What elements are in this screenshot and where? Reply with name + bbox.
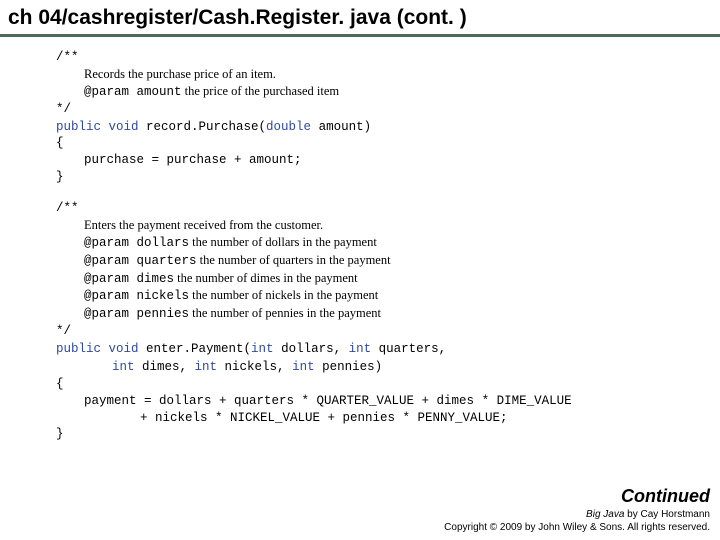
method-body: payment = dollars + quarters * QUARTER_V… <box>56 393 720 410</box>
code-block: /** Records the purchase price of an ite… <box>0 37 720 443</box>
param-keyword: @param nickels <box>84 289 189 303</box>
param-keyword: @param dimes <box>84 272 174 286</box>
javadoc-open: /** <box>56 200 720 217</box>
slide-title: ch 04/cashregister/Cash.Register. java (… <box>8 6 712 30</box>
copyright-line-1: Big Java by Cay Horstmann <box>444 509 710 522</box>
code-text: quarters, <box>371 342 446 356</box>
code-text: dollars, <box>274 342 349 356</box>
keyword: int <box>195 360 218 374</box>
param-text: the price of the purchased item <box>182 84 340 98</box>
method-body: purchase = purchase + amount; <box>56 152 720 169</box>
javadoc-param: @param amount the price of the purchased… <box>56 83 720 101</box>
code-text: dimes, <box>135 360 195 374</box>
javadoc-param: @param dimes the number of dimes in the … <box>56 270 720 288</box>
javadoc-open: /** <box>56 49 720 66</box>
brace-open: { <box>56 376 720 393</box>
brace-close: } <box>56 426 720 443</box>
method-signature: public void enter.Payment(int dollars, i… <box>56 340 720 358</box>
keyword: int <box>349 342 372 356</box>
param-text: the number of quarters in the payment <box>197 253 391 267</box>
method-signature-cont: int dimes, int nickels, int pennies) <box>56 358 720 376</box>
keyword: double <box>266 120 311 134</box>
brace-open: { <box>56 135 720 152</box>
book-title: Big Java <box>586 509 624 520</box>
param-keyword: @param pennies <box>84 307 189 321</box>
code-text: pennies) <box>315 360 383 374</box>
code-text: enter.Payment( <box>139 342 252 356</box>
javadoc-param: @param pennies the number of pennies in … <box>56 305 720 323</box>
javadoc-desc: Records the purchase price of an item. <box>56 66 720 83</box>
brace-close: } <box>56 169 720 186</box>
param-text: the number of dollars in the payment <box>189 235 377 249</box>
keyword: int <box>292 360 315 374</box>
keyword: int <box>112 360 135 374</box>
javadoc-param: @param quarters the number of quarters i… <box>56 252 720 270</box>
continued-label: Continued <box>444 486 710 507</box>
javadoc-desc: Enters the payment received from the cus… <box>56 217 720 234</box>
param-keyword: @param amount <box>84 85 182 99</box>
copyright-line-2: Copyright © 2009 by John Wiley & Sons. A… <box>444 522 710 535</box>
javadoc-param: @param nickels the number of nickels in … <box>56 287 720 305</box>
keyword: public void <box>56 120 139 134</box>
param-keyword: @param dollars <box>84 236 189 250</box>
param-text: the number of dimes in the payment <box>174 271 358 285</box>
title-bar: ch 04/cashregister/Cash.Register. java (… <box>0 0 720 37</box>
slide-footer: Continued Big Java by Cay Horstmann Copy… <box>444 486 710 534</box>
javadoc-close: */ <box>56 323 720 340</box>
code-text: record.Purchase( <box>139 120 267 134</box>
method-signature: public void record.Purchase(double amoun… <box>56 118 720 136</box>
keyword: public void <box>56 342 139 356</box>
param-keyword: @param quarters <box>84 254 197 268</box>
code-text: nickels, <box>217 360 292 374</box>
javadoc-param: @param dollars the number of dollars in … <box>56 234 720 252</box>
param-text: the number of nickels in the payment <box>189 288 378 302</box>
method-body-cont: + nickels * NICKEL_VALUE + pennies * PEN… <box>56 410 720 427</box>
keyword: int <box>251 342 274 356</box>
code-text: amount) <box>311 120 371 134</box>
author-text: by Cay Horstmann <box>624 509 710 520</box>
param-text: the number of pennies in the payment <box>189 306 381 320</box>
javadoc-close: */ <box>56 101 720 118</box>
